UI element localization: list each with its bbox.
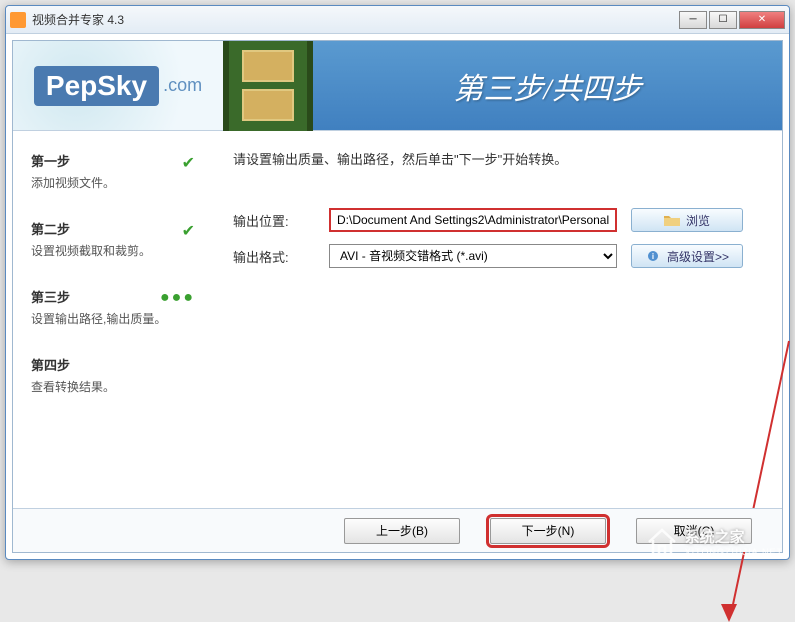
- filmstrip-icon: [223, 41, 313, 131]
- window-body: PepSky .com 第三步/共四步 第一步 ✔ 添加: [6, 34, 789, 559]
- window-title: 视频合并专家 4.3: [32, 11, 677, 28]
- prev-button[interactable]: 上一步(B): [344, 518, 460, 544]
- instruction-text: 请设置输出质量、输出路径，然后单击"下一步"开始转换。: [233, 149, 758, 168]
- titlebar[interactable]: 视频合并专家 4.3 ─ ☐ ✕: [6, 6, 789, 34]
- step-title: 第四步: [31, 355, 205, 374]
- step-banner-title: 第三步/共四步: [313, 64, 782, 108]
- sidebar: 第一步 ✔ 添加视频文件。 第二步 ✔ 设置视频截取和裁剪。 第三步 ●●● 设…: [13, 131, 223, 508]
- sidebar-step-3: 第三步 ●●● 设置输出路径,输出质量。: [31, 287, 205, 327]
- step-title: 第一步: [31, 151, 205, 170]
- check-icon: ✔: [182, 221, 195, 241]
- footer-bar: 上一步(B) 下一步(N) 取消(C): [13, 508, 782, 552]
- annotation-arrow-head: [721, 604, 737, 622]
- advanced-button[interactable]: i 高级设置>>: [631, 244, 743, 268]
- main-panel: 请设置输出质量、输出路径，然后单击"下一步"开始转换。 输出位置: 浏览 输出格…: [223, 131, 782, 508]
- check-icon: ✔: [182, 153, 195, 173]
- output-path-row: 输出位置: 浏览: [233, 208, 758, 232]
- header-strip: PepSky .com 第三步/共四步: [13, 41, 782, 131]
- content-area: 第一步 ✔ 添加视频文件。 第二步 ✔ 设置视频截取和裁剪。 第三步 ●●● 设…: [13, 131, 782, 508]
- annotation-arrow-line: [732, 341, 790, 606]
- current-icon: ●●●: [160, 289, 195, 307]
- output-format-row: 输出格式: AVI - 音视频交错格式 (*.avi) i 高级设置>>: [233, 244, 758, 268]
- output-format-label: 输出格式:: [233, 247, 329, 266]
- advanced-label: 高级设置>>: [667, 248, 729, 265]
- app-window: 视频合并专家 4.3 ─ ☐ ✕ PepSky .com 第三步/共四步: [5, 5, 790, 560]
- inner-frame: PepSky .com 第三步/共四步 第一步 ✔ 添加: [12, 40, 783, 553]
- svg-text:i: i: [652, 252, 654, 261]
- next-button[interactable]: 下一步(N): [490, 518, 606, 544]
- sidebar-step-1: 第一步 ✔ 添加视频文件。: [31, 151, 205, 191]
- output-format-select[interactable]: AVI - 音视频交错格式 (*.avi): [329, 244, 617, 268]
- output-path-input[interactable]: [329, 208, 617, 232]
- maximize-button[interactable]: ☐: [709, 11, 737, 29]
- step-desc: 设置输出路径,输出质量。: [31, 310, 205, 327]
- browse-button[interactable]: 浏览: [631, 208, 743, 232]
- step-title: 第二步: [31, 219, 205, 238]
- step-desc: 设置视频截取和裁剪。: [31, 242, 205, 259]
- minimize-button[interactable]: ─: [679, 11, 707, 29]
- info-icon: i: [645, 250, 661, 262]
- cancel-button[interactable]: 取消(C): [636, 518, 752, 544]
- logo-area: PepSky .com: [13, 41, 223, 130]
- logo-suffix: .com: [163, 75, 202, 96]
- browse-label: 浏览: [686, 212, 710, 229]
- output-path-label: 输出位置:: [233, 211, 329, 230]
- sidebar-step-2: 第二步 ✔ 设置视频截取和裁剪。: [31, 219, 205, 259]
- close-button[interactable]: ✕: [739, 11, 785, 29]
- logo-brand: PepSky: [34, 66, 159, 106]
- banner-area: 第三步/共四步: [223, 41, 782, 130]
- sidebar-step-4: 第四步 查看转换结果。: [31, 355, 205, 395]
- folder-icon: [664, 214, 680, 226]
- step-desc: 添加视频文件。: [31, 174, 205, 191]
- app-icon: [10, 12, 26, 28]
- step-desc: 查看转换结果。: [31, 378, 205, 395]
